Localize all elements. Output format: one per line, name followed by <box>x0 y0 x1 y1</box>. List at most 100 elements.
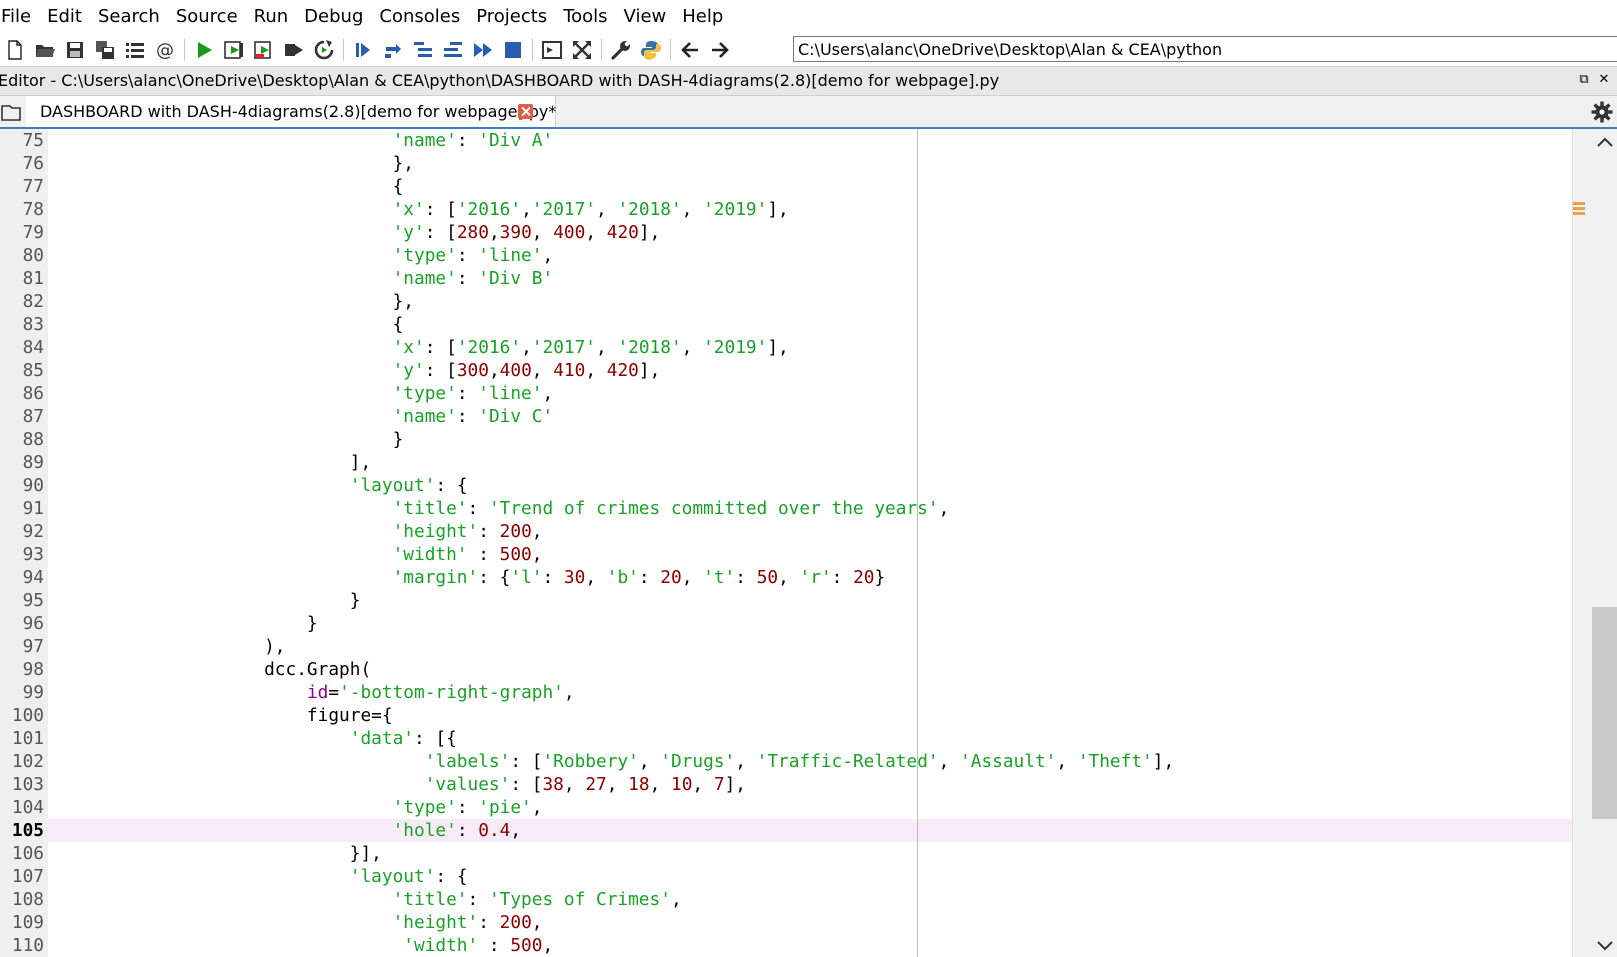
line-number: 89 <box>22 452 44 473</box>
run-cell-advance-icon[interactable] <box>249 35 279 65</box>
fullscreen-icon[interactable] <box>567 35 597 65</box>
line-number: 86 <box>22 383 44 404</box>
scroll-thumb[interactable] <box>1592 607 1617 819</box>
step-return-icon[interactable] <box>438 35 468 65</box>
menu-debug[interactable]: Debug <box>296 0 371 33</box>
code-line[interactable]: 98 dcc.Graph( <box>0 658 1572 681</box>
code-line[interactable]: 82 }, <box>0 290 1572 313</box>
code-line[interactable]: 99 id='-bottom-right-graph', <box>0 681 1572 704</box>
code-lines: 75 'name': 'Div A' 76 }, 77 {78 'x': ['201… <box>0 129 1572 957</box>
code-line[interactable]: 104 'type': 'pie', <box>0 796 1572 819</box>
undock-icon[interactable]: ⧉ <box>1575 71 1593 89</box>
code-line[interactable]: 108 'title': 'Types of Crimes', <box>0 888 1572 911</box>
tab-dashboard-file[interactable]: DASHBOARD with DASH-4diagrams(2.8)[demo … <box>26 96 556 127</box>
code-line[interactable]: 101 'data': [{ <box>0 727 1572 750</box>
code-line[interactable]: 81 'name': 'Div B' <box>0 267 1572 290</box>
code-line[interactable]: 107 'layout': { <box>0 865 1572 888</box>
code-line[interactable]: 91 'title': 'Trend of crimes committed o… <box>0 497 1572 520</box>
editor-tab-bar: DASHBOARD with DASH-4diagrams(2.8)[demo … <box>0 96 1617 129</box>
code-line[interactable]: 103 'values': [38, 27, 18, 10, 7], <box>0 773 1572 796</box>
code-line[interactable]: 75 'name': 'Div A' <box>0 129 1572 152</box>
code-text: 'labels': ['Robbery', 'Drugs', 'Traffic-… <box>424 751 1175 772</box>
at-icon[interactable]: @ <box>150 35 180 65</box>
continue-icon[interactable] <box>468 35 498 65</box>
menu-source[interactable]: Source <box>168 0 246 33</box>
working-directory-field[interactable]: C:\Users\alanc\OneDrive\Desktop\Alan & C… <box>793 36 1617 62</box>
menu-tools[interactable]: Tools <box>555 0 615 33</box>
code-line[interactable]: 79 'y': [280,390, 400, 420], <box>0 221 1572 244</box>
code-line[interactable]: 77 { <box>0 175 1572 198</box>
code-line[interactable]: 88 } <box>0 428 1572 451</box>
run-selection-icon[interactable] <box>279 35 309 65</box>
gear-icon[interactable] <box>1591 101 1613 123</box>
outline-icon[interactable] <box>120 35 150 65</box>
code-text: 'margin': {'l': 30, 'b': 20, 't': 50, 'r… <box>392 567 886 588</box>
code-line[interactable]: 96 } <box>0 612 1572 635</box>
code-line[interactable]: 89 ], <box>0 451 1572 474</box>
line-number: 102 <box>11 751 44 772</box>
code-text: }, <box>50 153 414 174</box>
menu-projects[interactable]: Projects <box>468 0 555 33</box>
code-line[interactable]: 93 'width' : 500, <box>0 543 1572 566</box>
step-icon[interactable] <box>378 35 408 65</box>
code-line[interactable]: 85 'y': [300,400, 410, 420], <box>0 359 1572 382</box>
scroll-up-icon[interactable] <box>1595 135 1615 149</box>
code-line[interactable]: 95 } <box>0 589 1572 612</box>
code-line[interactable]: 83 { <box>0 313 1572 336</box>
line-number: 82 <box>22 291 44 312</box>
code-line[interactable]: 86 'type': 'line', <box>0 382 1572 405</box>
stop-icon[interactable] <box>498 35 528 65</box>
menu-consoles[interactable]: Consoles <box>371 0 468 33</box>
code-line[interactable]: 92 'height': 200, <box>0 520 1572 543</box>
code-text: } <box>50 613 318 634</box>
python-icon[interactable] <box>636 35 666 65</box>
close-pane-icon[interactable]: ✕ <box>1595 71 1613 89</box>
vertical-scrollbar[interactable] <box>1572 129 1617 957</box>
current-code-line[interactable]: 105 'hole': 0.4, <box>0 819 1572 842</box>
code-line[interactable]: 90 'layout': { <box>0 474 1572 497</box>
toolbar: @ C:\Users\alanc\OneDrive\Desktop\Alan &… <box>0 33 1617 66</box>
forward-arrow-icon[interactable] <box>705 35 735 65</box>
step-into-icon[interactable] <box>408 35 438 65</box>
run-icon[interactable] <box>189 35 219 65</box>
menu-help[interactable]: Help <box>674 0 731 33</box>
run-cell-icon[interactable] <box>219 35 249 65</box>
save-all-icon[interactable] <box>90 35 120 65</box>
code-line[interactable]: 100 figure={ <box>0 704 1572 727</box>
menu-view[interactable]: View <box>616 0 675 33</box>
menu-edit[interactable]: Edit <box>39 0 90 33</box>
code-line[interactable]: 84 'x': ['2016','2017', '2018', '2019'], <box>0 336 1572 359</box>
code-line[interactable]: 94 'margin': {'l': 30, 'b': 20, 't': 50,… <box>0 566 1572 589</box>
code-line[interactable]: 102 'labels': ['Robbery', 'Drugs', 'Traf… <box>0 750 1572 773</box>
code-line[interactable]: 80 'type': 'line', <box>0 244 1572 267</box>
maximize-pane-icon[interactable] <box>537 35 567 65</box>
rerun-icon[interactable] <box>309 35 339 65</box>
browse-tabs-icon[interactable] <box>0 102 22 122</box>
line-number: 95 <box>22 590 44 611</box>
new-file-icon[interactable] <box>0 35 30 65</box>
open-file-icon[interactable] <box>30 35 60 65</box>
save-icon[interactable] <box>60 35 90 65</box>
code-text: 'type': 'line', <box>392 383 554 404</box>
code-line[interactable]: 76 }, <box>0 152 1572 175</box>
menu-run[interactable]: Run <box>246 0 297 33</box>
line-number: 84 <box>22 337 44 358</box>
code-editor[interactable]: 75 'name': 'Div A' 76 }, 77 {78 'x': ['201… <box>0 129 1617 957</box>
code-line[interactable]: 110 'width' : 500, <box>0 934 1572 957</box>
wrench-icon[interactable] <box>606 35 636 65</box>
line-number: 75 <box>22 130 44 151</box>
code-line[interactable]: 106 }], <box>0 842 1572 865</box>
menu-search[interactable]: Search <box>90 0 168 33</box>
line-number: 85 <box>22 360 44 381</box>
code-line[interactable]: 87 'name': 'Div C' <box>0 405 1572 428</box>
code-line[interactable]: 78 'x': ['2016','2017', '2018', '2019'], <box>0 198 1572 221</box>
close-tab-icon[interactable] <box>518 104 533 119</box>
menu-file[interactable]: File <box>0 0 39 33</box>
code-line[interactable]: 97 ), <box>0 635 1572 658</box>
editor-title: Editor - C:\Users\alanc\OneDrive\Desktop… <box>0 71 1000 90</box>
code-line[interactable]: 109 'height': 200, <box>0 911 1572 934</box>
debug-icon[interactable] <box>348 35 378 65</box>
back-arrow-icon[interactable] <box>675 35 705 65</box>
scroll-down-icon[interactable] <box>1595 939 1615 953</box>
toolbar-separator <box>343 38 344 61</box>
